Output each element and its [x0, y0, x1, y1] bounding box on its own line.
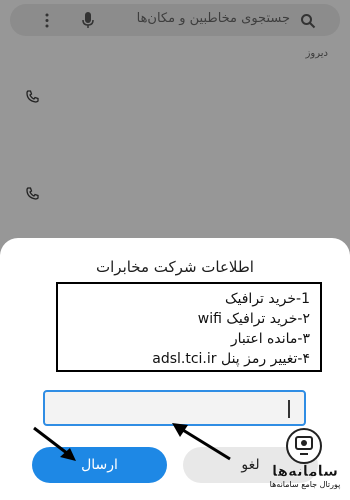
- history-section-label: دیروز: [305, 48, 328, 59]
- more-vert-icon[interactable]: [44, 13, 50, 28]
- logo-title: سامانه‌ها: [271, 462, 339, 480]
- logo-mark-icon: [286, 428, 322, 464]
- menu-item-4: ۴-تغییر رمز پنل adsl.tci.ir: [152, 351, 310, 367]
- search-input[interactable]: جستجوی مخاطبین و مکان‌ها: [137, 11, 290, 26]
- search-bar[interactable]: جستجوی مخاطبین و مکان‌ها: [10, 4, 340, 36]
- logo-subtitle: پورتال جامع سامانه‌ها: [269, 480, 341, 489]
- text-caret: [288, 400, 290, 418]
- menu-item-3: ۳-مانده اعتبار: [230, 331, 310, 347]
- menu-item-1: 1-خرید ترافیک: [224, 291, 310, 307]
- call-icon[interactable]: [26, 185, 39, 200]
- call-icon[interactable]: [26, 88, 39, 103]
- pointer-arrow-icon: [33, 426, 76, 461]
- menu-options-box: 1-خرید ترافیک ۲-خرید ترافیک wifi ۳-مانده…: [56, 282, 322, 372]
- search-icon: [300, 13, 316, 29]
- dialog-title: اطلاعات شرکت مخابرات: [96, 258, 254, 276]
- pointer-arrow-icon: [172, 423, 231, 461]
- mic-icon[interactable]: [82, 12, 94, 29]
- menu-item-2: ۲-خرید ترافیک wifi: [197, 311, 310, 327]
- watermark-logo: سامانه‌ها پورتال جامع سامانه‌ها: [262, 428, 348, 494]
